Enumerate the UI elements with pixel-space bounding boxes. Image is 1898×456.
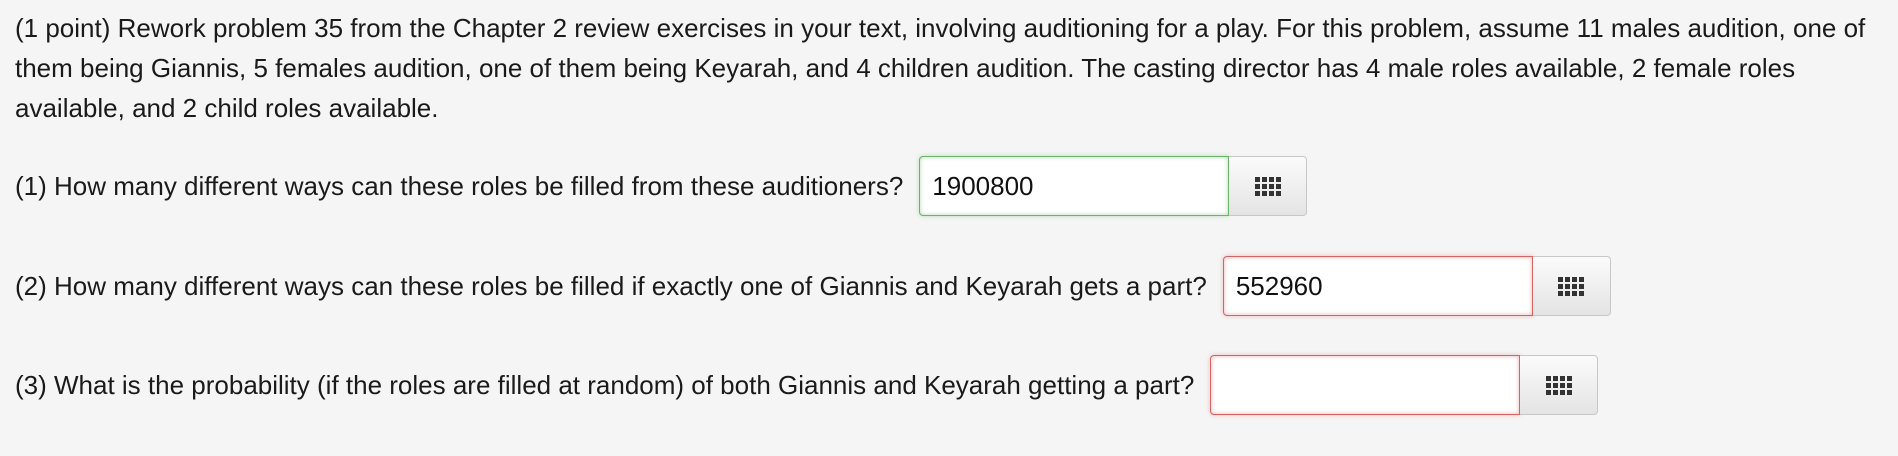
answer-input-1[interactable] — [919, 156, 1230, 216]
question-3: (3) What is the probability (if the role… — [15, 354, 1599, 416]
answer-group-3 — [1210, 355, 1599, 415]
equation-palette-button-2[interactable] — [1532, 256, 1611, 316]
question-2: (2) How many different ways can these ro… — [15, 255, 1611, 317]
answer-group-2 — [1222, 256, 1611, 316]
question-2-text: (2) How many different ways can these ro… — [15, 270, 1207, 301]
answer-input-3[interactable] — [1210, 355, 1521, 415]
answer-input-2[interactable] — [1222, 256, 1533, 316]
problem-statement: (1 point) Rework problem 35 from the Cha… — [15, 13, 1866, 123]
grid-icon — [1545, 375, 1572, 395]
question-3-text: (3) What is the probability (if the role… — [15, 369, 1195, 400]
question-1: (1) How many different ways can these ro… — [15, 155, 1308, 217]
equation-palette-button-1[interactable] — [1229, 156, 1308, 216]
equation-palette-button-3[interactable] — [1520, 355, 1599, 415]
grid-icon — [1254, 176, 1281, 196]
grid-icon — [1558, 276, 1585, 296]
answer-group-1 — [919, 156, 1308, 216]
question-1-text: (1) How many different ways can these ro… — [15, 170, 904, 201]
